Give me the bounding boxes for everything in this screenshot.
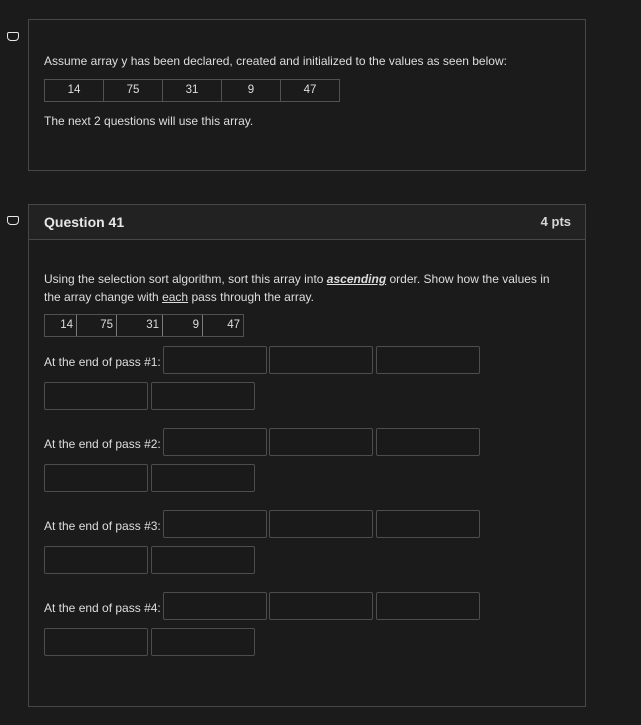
question-text: Using the selection sort algorithm, sort… [44, 270, 569, 306]
bookmark-icon[interactable] [7, 216, 19, 225]
pass-4-input-3[interactable] [376, 592, 480, 620]
intro-panel: Assume array y has been declared, create… [28, 19, 586, 171]
array-table: 14 75 31 9 47 [44, 79, 340, 102]
pass-label: At the end of pass #4: [44, 601, 161, 615]
pass-label: At the end of pass #3: [44, 519, 161, 533]
array-cell: 14 [45, 315, 77, 336]
question-header: Question 41 4 pts [29, 205, 585, 240]
pass-label: At the end of pass #2: [44, 437, 161, 451]
array-cell: 14 [45, 80, 104, 101]
bookmark-icon[interactable] [7, 32, 19, 41]
array-cell: 47 [303, 84, 317, 96]
pass-2-input-1[interactable] [163, 428, 267, 456]
intro-note: The next 2 questions will use this array… [44, 114, 254, 128]
pass-2-input-2[interactable] [269, 428, 373, 456]
array-cell: 31 [117, 315, 163, 336]
pass-4-input-1[interactable] [163, 592, 267, 620]
pass-3-input-3[interactable] [376, 510, 480, 538]
pass-3-input-2[interactable] [269, 510, 373, 538]
pass-label: At the end of pass #1: [44, 355, 161, 369]
pass-3-input-5[interactable] [151, 546, 255, 574]
array-cell: 75 [77, 315, 117, 336]
question-text-part: pass through the array. [188, 290, 314, 304]
question-array: 14 75 31 9 47 [44, 314, 244, 337]
question-text-emphasis: ascending [326, 272, 387, 286]
pass-3-input-1[interactable] [163, 510, 267, 538]
pass-4-input-4[interactable] [44, 628, 148, 656]
array-cell: 9 [163, 315, 203, 336]
pass-4-input-2[interactable] [269, 592, 373, 620]
pass-1-input-3[interactable] [376, 346, 480, 374]
pass-1-input-2[interactable] [269, 346, 373, 374]
pass-1-input-4[interactable] [44, 382, 148, 410]
pass-1-input-5[interactable] [151, 382, 255, 410]
question-text-part: Using the selection sort algorithm, sort… [44, 272, 327, 286]
intro-text: Assume array y has been declared, create… [44, 54, 507, 68]
array-cell: 31 [163, 80, 222, 101]
pass-1-input-1[interactable] [163, 346, 267, 374]
question-text-underline: each [162, 290, 189, 304]
question-title: Question 41 [44, 214, 125, 230]
array-cell: 47 [227, 319, 240, 331]
pass-4-input-5[interactable] [151, 628, 255, 656]
array-cell: 75 [104, 80, 163, 101]
array-cell: 9 [222, 80, 281, 101]
question-panel: Question 41 4 pts Using the selection so… [28, 204, 586, 707]
pass-3-input-4[interactable] [44, 546, 148, 574]
pass-2-input-3[interactable] [376, 428, 480, 456]
question-points: 4 pts [540, 214, 571, 229]
pass-2-input-4[interactable] [44, 464, 148, 492]
pass-2-input-5[interactable] [151, 464, 255, 492]
